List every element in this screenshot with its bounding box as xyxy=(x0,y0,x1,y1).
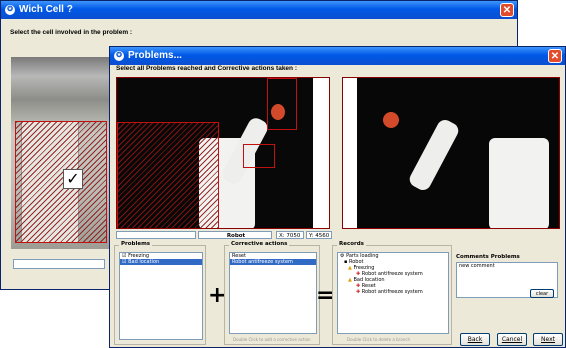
next-button[interactable]: Next xyxy=(533,333,563,346)
problems-window: ✪ Problems... ✕ Select all Problems reac… xyxy=(109,46,566,348)
region-mid-marker[interactable] xyxy=(243,144,275,168)
records-label: Records xyxy=(337,241,366,247)
image-white-strip xyxy=(313,78,329,228)
problems-label: Problems xyxy=(119,241,153,247)
close-button[interactable]: ✕ xyxy=(500,3,514,17)
records-group: Records ⚙ Parts loading ▪ Robot ▲ Freezi… xyxy=(332,241,452,345)
problems-title: Problems... xyxy=(128,50,182,61)
robot-arm-right xyxy=(406,117,462,193)
cross-icon: ✚ xyxy=(356,289,361,295)
close-button[interactable]: ✕ xyxy=(548,49,562,63)
image-label-field: Robot xyxy=(198,231,272,239)
cell-name-field[interactable] xyxy=(13,259,105,269)
wich-cell-titlebar[interactable]: ✪ Wich Cell ? ✕ xyxy=(1,1,517,19)
cancel-button[interactable]: Cancel xyxy=(497,333,527,346)
cell-photo[interactable]: ✓ xyxy=(11,57,111,249)
cell-selection-area[interactable] xyxy=(15,121,107,243)
actions-group: Corrective actions Reset Robot antifreez… xyxy=(224,241,320,345)
image-left-field xyxy=(116,231,196,239)
wich-cell-title: Wich Cell ? xyxy=(19,4,73,15)
region-base-marker[interactable] xyxy=(117,122,219,228)
problems-titlebar[interactable]: ✪ Problems... ✕ xyxy=(110,47,565,65)
y-readout: Y: 4560 xyxy=(306,231,332,239)
actions-hint: Double Click to add a corrective action xyxy=(233,337,311,342)
problems-group: Problems ☑ Freezing ☑ Bad location xyxy=(114,241,206,345)
image-white-strip-right xyxy=(343,78,357,228)
back-button[interactable]: Back xyxy=(460,333,490,346)
actions-label: Corrective actions xyxy=(229,241,290,247)
action-item-antifreeze[interactable]: Robot antifreeze system xyxy=(230,259,316,265)
comment-text: new comment xyxy=(459,263,495,269)
comments-group: Comments Problems new comment clear xyxy=(454,245,562,305)
x-readout: X: 7050 xyxy=(276,231,304,239)
app-icon: ✪ xyxy=(5,5,15,15)
tree-action-antifreeze-2[interactable]: ✚ Robot antifreeze system xyxy=(338,289,448,295)
robot-image-right[interactable] xyxy=(342,77,560,229)
robot-base-right xyxy=(489,138,549,228)
problem-item-bad-location[interactable]: ☑ Bad location xyxy=(120,259,202,265)
problems-prompt: Select all Problems reached and Correcti… xyxy=(116,65,297,72)
problems-list[interactable]: ☑ Freezing ☑ Bad location xyxy=(119,252,203,340)
app-icon: ✪ xyxy=(114,51,124,61)
robot-tool-right xyxy=(383,112,399,128)
records-hint: Double Click to delete a branch xyxy=(347,337,411,342)
clear-button[interactable]: clear xyxy=(530,289,554,298)
cell-prompt: Select the cell involved in the problem … xyxy=(10,29,133,36)
comments-label: Comments Problems xyxy=(456,254,520,260)
warning-icon: ▲ xyxy=(348,265,352,271)
actions-list[interactable]: Reset Robot antifreeze system xyxy=(229,252,317,334)
region-tool-marker[interactable] xyxy=(267,78,297,130)
robot-image-left[interactable] xyxy=(116,77,330,229)
robot-icon: ▪ xyxy=(344,259,348,265)
cell-checkmark-icon: ✓ xyxy=(63,169,83,189)
warning-icon: ▲ xyxy=(348,277,352,283)
records-tree[interactable]: ⚙ Parts loading ▪ Robot ▲ Freezing ✚ Rob… xyxy=(337,252,449,334)
